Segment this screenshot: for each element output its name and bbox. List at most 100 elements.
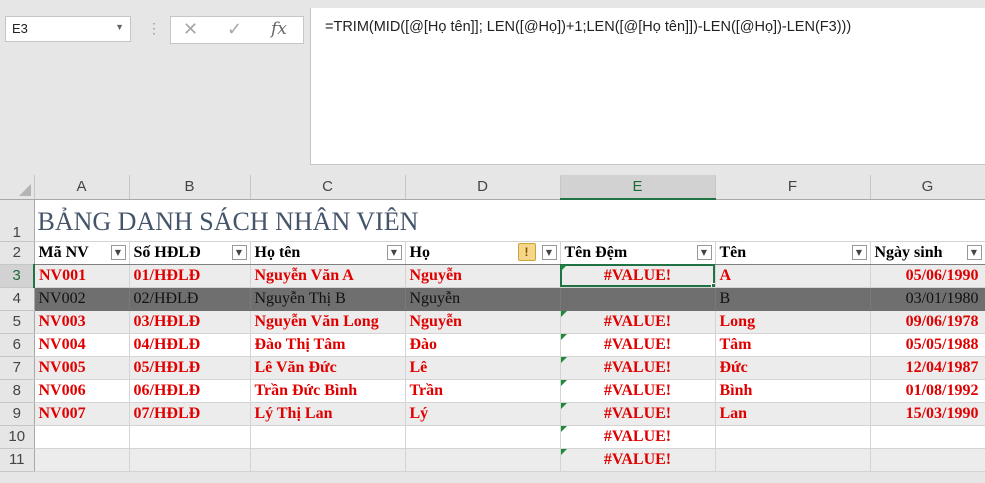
- table-cell[interactable]: Nguyễn Văn A: [250, 264, 406, 288]
- table-cell[interactable]: 02/HĐLĐ: [129, 287, 251, 311]
- header-cell-ho[interactable]: Họ! ▼: [405, 241, 561, 265]
- table-cell[interactable]: NV001: [34, 264, 130, 288]
- table-cell[interactable]: Trần Đức Bình: [250, 379, 406, 403]
- row-header-7[interactable]: 7: [0, 356, 35, 380]
- table-cell[interactable]: [715, 425, 871, 449]
- table-cell[interactable]: [405, 448, 561, 472]
- table-cell[interactable]: NV003: [34, 310, 130, 334]
- header-cell-ho-ten[interactable]: Họ tên ▼: [250, 241, 406, 265]
- error-warning-icon[interactable]: !: [517, 242, 536, 261]
- table-cell[interactable]: 06/HĐLĐ: [129, 379, 251, 403]
- row-header-4[interactable]: 4: [0, 287, 35, 311]
- row-header-11[interactable]: 11: [0, 448, 35, 472]
- table-cell[interactable]: [34, 448, 130, 472]
- table-cell[interactable]: Lê Văn Đức: [250, 356, 406, 380]
- table-cell[interactable]: #VALUE!: [560, 333, 716, 357]
- table-cell[interactable]: Nguyễn Văn Long: [250, 310, 406, 334]
- table-cell[interactable]: Nguyễn: [405, 264, 561, 288]
- row-header-2[interactable]: 2: [0, 241, 35, 265]
- table-cell[interactable]: Lý Thị Lan: [250, 402, 406, 426]
- table-cell[interactable]: [129, 425, 251, 449]
- row-header-6[interactable]: 6: [0, 333, 35, 357]
- table-cell[interactable]: [129, 448, 251, 472]
- table-cell[interactable]: NV002: [34, 287, 130, 311]
- table-cell[interactable]: 09/06/1978: [870, 310, 985, 334]
- table-cell[interactable]: #VALUE!: [560, 379, 716, 403]
- table-cell[interactable]: [405, 425, 561, 449]
- row-header-9[interactable]: 9: [0, 402, 35, 426]
- table-cell[interactable]: Nguyễn: [405, 310, 561, 334]
- table-cell[interactable]: Đào Thị Tâm: [250, 333, 406, 357]
- row-header-1[interactable]: 1: [0, 199, 35, 242]
- table-cell[interactable]: Trần: [405, 379, 561, 403]
- table-cell[interactable]: 15/03/1990: [870, 402, 985, 426]
- name-box-dropdown-icon[interactable]: ▼: [115, 22, 124, 32]
- insert-function-icon[interactable]: fx: [271, 19, 287, 39]
- filter-dropdown-icon[interactable]: ▼: [966, 244, 982, 260]
- table-cell[interactable]: 05/05/1988: [870, 333, 985, 357]
- table-cell[interactable]: [250, 425, 406, 449]
- table-cell[interactable]: Lê: [405, 356, 561, 380]
- column-header-c[interactable]: C: [250, 175, 406, 200]
- table-cell[interactable]: 05/HĐLĐ: [129, 356, 251, 380]
- row-header-10[interactable]: 10: [0, 425, 35, 449]
- column-header-d[interactable]: D: [405, 175, 561, 200]
- table-cell[interactable]: #VALUE!: [560, 448, 716, 472]
- table-cell[interactable]: 01/HĐLĐ: [129, 264, 251, 288]
- table-cell[interactable]: Đức: [715, 356, 871, 380]
- row-header-5[interactable]: 5: [0, 310, 35, 334]
- table-cell[interactable]: NV006: [34, 379, 130, 403]
- cancel-icon[interactable]: ✕: [183, 19, 198, 40]
- table-cell[interactable]: NV004: [34, 333, 130, 357]
- table-cell[interactable]: [560, 287, 716, 311]
- table-cell[interactable]: Đào: [405, 333, 561, 357]
- table-cell[interactable]: Nguyễn: [405, 287, 561, 311]
- table-cell[interactable]: Nguyễn Thị B: [250, 287, 406, 311]
- column-header-g[interactable]: G: [870, 175, 985, 200]
- header-cell-ten[interactable]: Tên ▼: [715, 241, 871, 265]
- table-cell[interactable]: #VALUE!: [560, 310, 716, 334]
- table-cell[interactable]: Bình: [715, 379, 871, 403]
- active-cell-e3[interactable]: #VALUE!: [560, 264, 716, 288]
- table-cell[interactable]: [250, 448, 406, 472]
- table-cell[interactable]: Lý: [405, 402, 561, 426]
- table-cell[interactable]: #VALUE!: [560, 402, 716, 426]
- table-cell[interactable]: Tâm: [715, 333, 871, 357]
- table-cell[interactable]: #VALUE!: [560, 425, 716, 449]
- filter-dropdown-icon[interactable]: ▼: [696, 244, 712, 260]
- filter-dropdown-icon[interactable]: ▼: [851, 244, 867, 260]
- title-cell[interactable]: BẢNG DANH SÁCH NHÂN VIÊN: [34, 199, 985, 242]
- table-cell[interactable]: Lan: [715, 402, 871, 426]
- formula-bar-grip-icon[interactable]: ⋮: [147, 17, 161, 39]
- table-cell[interactable]: 01/08/1992: [870, 379, 985, 403]
- table-cell[interactable]: NV007: [34, 402, 130, 426]
- name-box[interactable]: E3 ▼: [5, 16, 131, 42]
- column-header-f[interactable]: F: [715, 175, 871, 200]
- table-cell[interactable]: A: [715, 264, 871, 288]
- header-cell-so-hdld[interactable]: Số HĐLĐ ▼: [129, 241, 251, 265]
- filter-dropdown-icon[interactable]: ▼: [110, 244, 126, 260]
- table-cell[interactable]: [34, 425, 130, 449]
- filter-dropdown-icon[interactable]: ▼: [386, 244, 402, 260]
- table-cell[interactable]: 03/HĐLĐ: [129, 310, 251, 334]
- table-cell[interactable]: B: [715, 287, 871, 311]
- table-cell[interactable]: [870, 425, 985, 449]
- table-cell[interactable]: [870, 448, 985, 472]
- column-header-e[interactable]: E: [560, 175, 716, 200]
- table-cell[interactable]: [715, 448, 871, 472]
- filter-dropdown-icon[interactable]: ▼: [231, 244, 247, 260]
- table-cell[interactable]: 05/06/1990: [870, 264, 985, 288]
- table-cell[interactable]: #VALUE!: [560, 356, 716, 380]
- enter-icon[interactable]: ✓: [227, 19, 242, 40]
- table-cell[interactable]: NV005: [34, 356, 130, 380]
- filter-dropdown-icon[interactable]: ▼: [541, 244, 557, 260]
- table-cell[interactable]: 07/HĐLĐ: [129, 402, 251, 426]
- table-cell[interactable]: 03/01/1980: [870, 287, 985, 311]
- column-header-a[interactable]: A: [34, 175, 130, 200]
- table-cell[interactable]: 04/HĐLĐ: [129, 333, 251, 357]
- select-all-corner[interactable]: [0, 175, 35, 200]
- header-cell-ten-dem[interactable]: Tên Đệm ▼: [560, 241, 716, 265]
- header-cell-ma-nv[interactable]: Mã NV ▼: [34, 241, 130, 265]
- header-cell-ngay-sinh[interactable]: Ngày sinh ▼: [870, 241, 985, 265]
- formula-input[interactable]: =TRIM(MID([@[Họ tên]]; LEN([@Họ])+1;LEN(…: [310, 8, 985, 165]
